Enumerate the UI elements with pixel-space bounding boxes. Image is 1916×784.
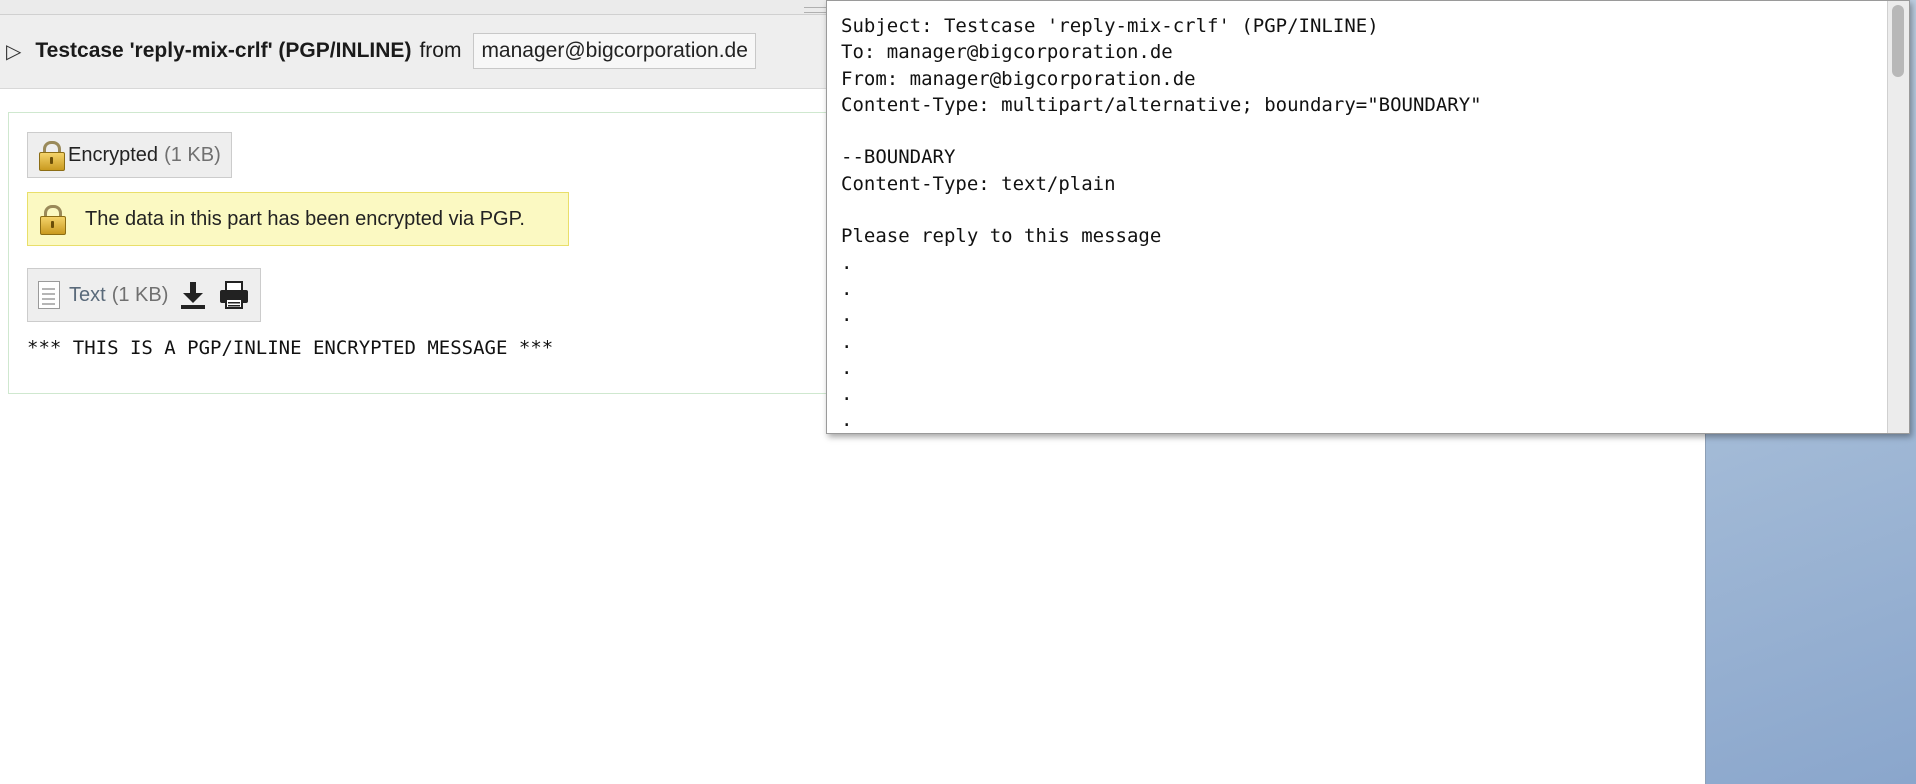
source-line: Content-Type: multipart/alternative; bou… xyxy=(841,93,1482,116)
source-line: --BOUNDARY xyxy=(841,146,956,169)
download-icon[interactable] xyxy=(178,280,208,310)
vertical-scrollbar[interactable] xyxy=(1887,1,1909,433)
message-subject: Testcase 'reply-mix-crlf' (PGP/INLINE) xyxy=(35,39,412,62)
source-line: Subject: Testcase 'reply-mix-crlf' (PGP/… xyxy=(841,15,1379,37)
document-icon xyxy=(38,281,60,309)
scrollbar-thumb[interactable] xyxy=(1892,5,1904,77)
text-part-header[interactable]: Text (1 KB) xyxy=(27,268,262,322)
header-row: ▷ Testcase 'reply-mix-crlf' (PGP/INLINE)… xyxy=(6,33,756,69)
message-source-text: Subject: Testcase 'reply-mix-crlf' (PGP/… xyxy=(841,13,1482,433)
message-source-popup[interactable]: Subject: Testcase 'reply-mix-crlf' (PGP/… xyxy=(826,0,1910,434)
expand-toggle-icon[interactable]: ▷ xyxy=(6,39,21,64)
source-line: . xyxy=(841,409,853,432)
source-line: . xyxy=(841,356,853,379)
sender-address[interactable]: manager@bigcorporation.de xyxy=(473,33,756,69)
source-line: To: manager@bigcorporation.de xyxy=(841,41,1173,64)
text-part-size: (1 KB) xyxy=(111,283,169,306)
lock-icon xyxy=(38,140,65,171)
source-line: . xyxy=(841,330,853,353)
source-line: . xyxy=(841,304,853,327)
source-line: From: manager@bigcorporation.de xyxy=(841,67,1196,90)
encrypted-part-label: Encrypted xyxy=(68,143,159,166)
source-line: . xyxy=(841,383,853,406)
encryption-notice-text: The data in this part has been encrypted… xyxy=(85,207,525,230)
source-line: . xyxy=(841,251,853,274)
source-line: Content-Type: text/plain xyxy=(841,172,1116,195)
encryption-notice: The data in this part has been encrypted… xyxy=(27,192,569,246)
source-line: . xyxy=(841,277,853,300)
text-part-label: Text xyxy=(69,283,106,306)
lock-icon xyxy=(39,204,66,235)
from-label: from xyxy=(419,39,462,62)
message-body-text: *** THIS IS A PGP/INLINE ENCRYPTED MESSA… xyxy=(27,337,554,359)
encrypted-part-header[interactable]: Encrypted (1 KB) xyxy=(27,132,232,178)
source-line: Please reply to this message xyxy=(841,225,1162,248)
encrypted-part-size: (1 KB) xyxy=(164,143,221,166)
print-icon[interactable] xyxy=(218,280,250,310)
